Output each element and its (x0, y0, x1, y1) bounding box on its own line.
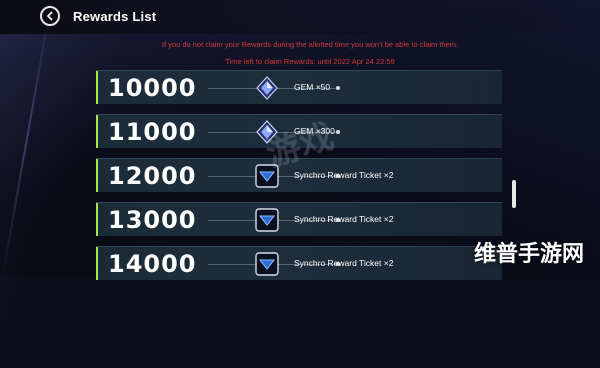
reward-threshold: 14000 (108, 250, 197, 278)
row-connector-dot (336, 130, 340, 134)
row-accent (96, 203, 98, 236)
back-button[interactable] (40, 6, 60, 26)
reward-threshold: 11000 (108, 118, 197, 146)
reward-item-label: GEM ×50 (294, 82, 331, 92)
claim-deadline-text: Time left to claim Rewards: until 2022 A… (225, 57, 395, 66)
row-connector-dot (336, 86, 340, 90)
reward-row[interactable]: 13000 Synchro Reward Ticket ×2 (96, 202, 502, 236)
site-watermark: 维普手游网 (474, 242, 585, 267)
page-title: Rewards List (73, 9, 157, 24)
header-bar: Rewards List (0, 0, 600, 34)
chevron-left-icon (47, 11, 53, 21)
gem-icon (254, 75, 280, 101)
row-accent (96, 247, 98, 280)
reward-threshold: 10000 (108, 74, 197, 102)
reward-item-label: Synchro Reward Ticket ×2 (294, 170, 394, 180)
reward-row[interactable]: 10000 GEM ×50 (96, 70, 502, 104)
row-accent (96, 115, 98, 148)
claim-warning-text: If you do not claim your Rewards during … (161, 40, 459, 49)
list-scrollbar[interactable] (512, 180, 516, 208)
reward-row[interactable]: 14000 Synchro Reward Ticket ×2 (96, 246, 502, 280)
reward-item-label: Synchro Reward Ticket ×2 (294, 214, 394, 224)
row-accent (96, 159, 98, 192)
row-accent (96, 71, 98, 104)
ticket-icon (254, 251, 280, 277)
ticket-icon (254, 207, 280, 233)
reward-item-label: Synchro Reward Ticket ×2 (294, 258, 394, 268)
reward-threshold: 13000 (108, 206, 197, 234)
reward-threshold: 12000 (108, 162, 197, 190)
